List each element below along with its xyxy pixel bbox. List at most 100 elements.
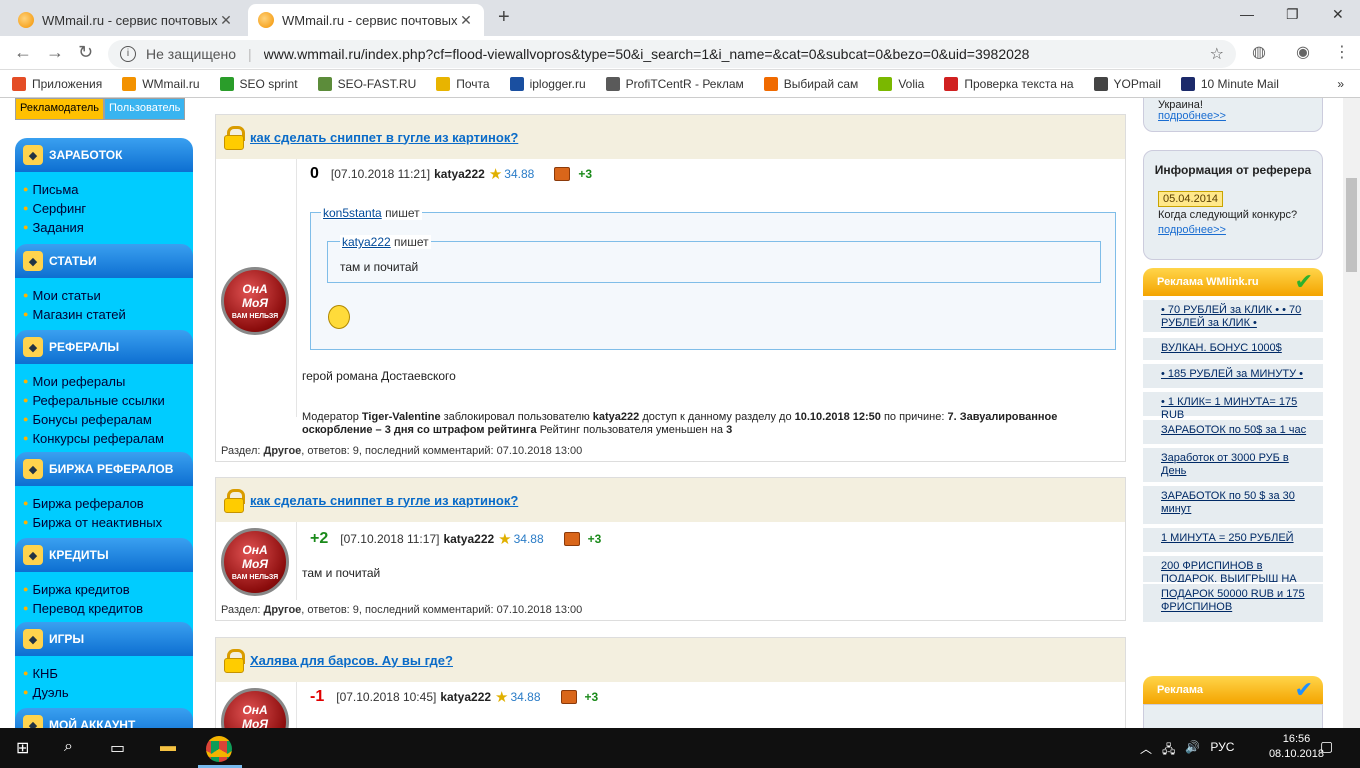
close-tab-icon[interactable]: ✕ <box>458 12 474 29</box>
vote-score[interactable]: +2 <box>310 530 328 548</box>
url-field[interactable]: i Не защищено | www.wmmail.ru/index.php?… <box>108 40 1236 68</box>
bookmark-item[interactable]: Проверка текста на <box>944 76 1074 91</box>
post-author[interactable]: katya222 <box>434 167 485 181</box>
bookmark-item[interactable]: iplogger.ru <box>509 76 586 91</box>
windows-start-icon[interactable]: ⊞ <box>16 738 29 758</box>
menu-link[interactable]: Перевод кредитов <box>23 599 143 618</box>
close-window-icon[interactable]: ✕ <box>1332 6 1344 23</box>
scrollbar-thumb[interactable] <box>1346 178 1357 272</box>
vote-score[interactable]: -1 <box>310 688 324 706</box>
nested-quote-author[interactable]: katya222 <box>342 235 391 249</box>
ad-item[interactable]: ВУЛКАН. БОНУС 1000$ <box>1143 336 1323 360</box>
vote-score[interactable]: 0 <box>310 165 319 183</box>
ad-item[interactable]: Заработок от 3000 РУБ в День <box>1143 446 1323 482</box>
clock[interactable]: 16:56 08.10.2018 <box>1269 732 1324 762</box>
browser-tab-1[interactable]: WMmail.ru - сервис почтовых р ✕ <box>8 4 244 36</box>
bookmark-item[interactable]: YOPmail <box>1093 76 1161 91</box>
post-title-link[interactable]: как сделать сниппет в гугле из картинок? <box>250 130 518 145</box>
avatar[interactable]: ОнА МоЯ ВАМ НЕЛЬЗЯ <box>221 688 289 728</box>
search-icon[interactable]: ⌕ <box>64 738 73 756</box>
bookmarks-overflow-icon[interactable]: » <box>1337 77 1344 91</box>
language-indicator[interactable]: РУС <box>1210 740 1234 761</box>
file-explorer-icon[interactable]: ▬ <box>160 738 176 756</box>
bookmark-star-icon[interactable]: ☆ <box>1210 44 1224 64</box>
menu-link[interactable]: Биржа от неактивных <box>23 513 162 532</box>
ad-item[interactable]: • 185 РУБЛЕЙ за МИНУТУ • <box>1143 362 1323 388</box>
maximize-icon[interactable]: ❐ <box>1286 6 1299 23</box>
close-tab-icon[interactable]: ✕ <box>218 12 234 29</box>
wmmail-favicon-icon <box>18 12 34 28</box>
ad-item[interactable]: ЗАРАБОТОК по 50$ за 1 час <box>1143 418 1323 444</box>
bookmark-item[interactable]: 10 Minute Mail <box>1180 76 1279 91</box>
menu-section-header[interactable]: ◆ МОЙ АККАУНТ <box>15 708 193 728</box>
bookmark-item[interactable]: SEO-FAST.RU <box>317 76 416 91</box>
bookmark-item[interactable]: Почта <box>436 76 490 91</box>
menu-dots-icon[interactable]: ⋮ <box>1334 42 1350 62</box>
menu-link[interactable]: Мои статьи <box>23 286 126 305</box>
task-view-icon[interactable]: ▭ <box>110 738 125 758</box>
menu-link[interactable]: Задания <box>23 218 86 237</box>
ad-item[interactable]: • 1 КЛИК= 1 МИНУТА= 175 RUB <box>1143 390 1323 421</box>
section-icon: ◆ <box>23 715 43 728</box>
menu-section-header[interactable]: ◆ БИРЖА РЕФЕРАЛОВ <box>15 452 193 486</box>
browser-tab-2[interactable]: WMmail.ru - сервис почтовых р ✕ <box>248 4 484 36</box>
menu-link[interactable]: Конкурсы рефералам <box>23 429 165 448</box>
post-title-link[interactable]: как сделать сниппет в гугле из картинок? <box>250 493 518 508</box>
windows-taskbar: ⊞ ⌕ ▭ ▬ ︿ 🖧 🔊 РУС 16:56 08.10.2018 ▢ <box>0 728 1360 768</box>
notifications-icon[interactable]: ▢ <box>1320 738 1333 755</box>
menu-link[interactable]: Биржа рефералов <box>23 494 162 513</box>
menu-link[interactable]: Реферальные ссылки <box>23 391 164 410</box>
volume-icon[interactable]: 🔊 <box>1185 740 1200 761</box>
bookmark-item[interactable]: ProfiTCentR - Реклам <box>605 76 744 91</box>
ad-item[interactable]: ПОДАРОК 50000 RUB и 175 ФРИСПИНОВ <box>1143 582 1323 622</box>
new-tab-plus-icon[interactable]: + <box>498 6 510 29</box>
menu-link[interactable]: Письма <box>23 180 86 199</box>
bookmark-favicon-icon <box>317 76 332 91</box>
bookmark-item[interactable]: Volia <box>878 76 924 91</box>
bookmark-item[interactable]: SEO sprint <box>219 76 298 91</box>
menu-section-header[interactable]: ◆ ЗАРАБОТОК <box>15 138 193 172</box>
bookmark-item[interactable]: Приложения <box>12 76 102 91</box>
chevron-up-icon[interactable]: ︿ <box>1140 740 1152 761</box>
menu-section-header[interactable]: ◆ СТАТЬИ <box>15 244 193 278</box>
minimize-icon[interactable]: — <box>1240 6 1254 22</box>
menu-link[interactable]: Магазин статей <box>23 305 125 324</box>
ad-item[interactable]: ЗАРАБОТОК по 50 $ за 30 минут <box>1143 484 1323 524</box>
menu-link[interactable]: Дуэль <box>23 683 68 702</box>
extension-globe-icon[interactable]: ◍ <box>1252 42 1266 62</box>
menu-section-header[interactable]: ◆ РЕФЕРАЛЫ <box>15 330 193 364</box>
menu-link[interactable]: Мои рефералы <box>23 372 165 391</box>
menu-link[interactable]: Серфинг <box>23 199 86 218</box>
bookmark-item[interactable]: WMmail.ru <box>122 76 200 91</box>
post-author[interactable]: katya222 <box>440 690 491 704</box>
forward-arrow-icon[interactable]: → <box>46 42 64 63</box>
page-scrollbar[interactable] <box>1343 98 1360 728</box>
menu-section-header[interactable]: ◆ КРЕДИТЫ <box>15 538 193 572</box>
ad-item[interactable]: • 70 РУБЛЕЙ за КЛИК • • 70 РУБЛЕЙ за КЛИ… <box>1143 298 1323 332</box>
more-link[interactable]: подробнее>> <box>1158 224 1226 236</box>
bookmark-item[interactable]: Выбирай сам <box>763 76 858 91</box>
avatar[interactable]: ОнА МоЯ ВАМ НЕЛЬЗЯ <box>221 267 289 335</box>
menu-link[interactable]: Бонусы рефералам <box>23 410 165 429</box>
ad-item[interactable]: 1 МИНУТА = 250 РУБЛЕЙ <box>1143 526 1323 552</box>
post-title-link[interactable]: Халява для барсов. Ау вы где? <box>250 653 453 668</box>
back-arrow-icon[interactable]: ← <box>14 42 32 63</box>
avatar[interactable]: ОнА МоЯ ВАМ НЕЛЬЗЯ <box>221 528 289 596</box>
menu-section-header[interactable]: ◆ ИГРЫ <box>15 622 193 656</box>
info-icon[interactable]: i <box>120 46 136 62</box>
post-author[interactable]: katya222 <box>443 532 494 546</box>
user-button[interactable]: Пользователь <box>104 98 186 120</box>
bookmark-favicon-icon <box>219 76 234 91</box>
profile-icon[interactable]: ◉ <box>1296 42 1310 62</box>
network-icon[interactable]: 🖧 <box>1162 740 1175 761</box>
referrer-info-box: Информация от реферера 05.04.2014 Когда … <box>1143 150 1323 260</box>
more-link[interactable]: подробнее>> <box>1158 110 1226 122</box>
chrome-icon[interactable] <box>206 736 232 762</box>
menu-link[interactable]: Биржа кредитов <box>23 580 143 599</box>
url-text[interactable]: www.wmmail.ru/index.php?cf=flood-viewall… <box>264 46 1030 62</box>
quote-author[interactable]: kon5stanta <box>323 206 382 220</box>
reload-icon[interactable]: ↻ <box>78 42 93 63</box>
menu-link[interactable]: КНБ <box>23 664 69 683</box>
system-tray: ︿ 🖧 🔊 РУС <box>1140 740 1234 761</box>
advertiser-button[interactable]: Рекламодатель <box>15 98 104 120</box>
